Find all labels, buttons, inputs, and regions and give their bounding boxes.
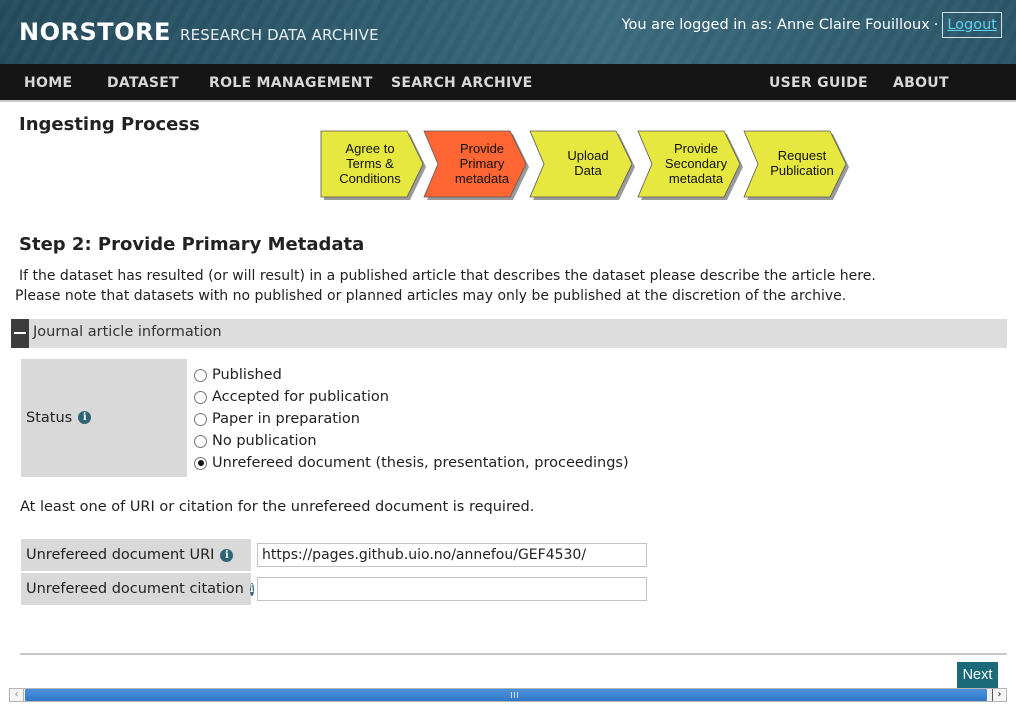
uri-citation-note: At least one of URI or citation for the … xyxy=(20,499,535,515)
step-label-line: Request xyxy=(777,148,827,163)
brand-subtitle: RESEARCH DATA ARCHIVE xyxy=(180,26,379,44)
info-icon[interactable]: i xyxy=(78,411,92,424)
ingest-step-4: Provide Secondary metadata xyxy=(637,130,745,200)
site-header: NORSTORE RESEARCH DATA ARCHIVE You are l… xyxy=(0,0,1016,64)
scroll-left-icon[interactable]: ‹ xyxy=(10,689,24,701)
status-radio[interactable] xyxy=(194,368,207,382)
step-label-line: Conditions xyxy=(339,170,401,186)
brand-name: NORSTORE xyxy=(19,18,171,46)
step-label-line: Publication xyxy=(770,163,834,178)
scrollbar-thumb[interactable] xyxy=(25,689,987,701)
login-status: You are logged in as: Anne Claire Fouill… xyxy=(622,12,1002,38)
ingest-title: Ingesting Process xyxy=(19,114,200,135)
step-label-line: metadata xyxy=(668,170,724,186)
status-option[interactable]: No publication xyxy=(194,430,629,452)
ingest-step-label: Provide Secondary metadata xyxy=(650,130,742,196)
status-option-label: No publication xyxy=(212,433,317,449)
ingest-step-5: Request Publication xyxy=(743,130,851,200)
step-label-block: Agree to Terms & Conditions xyxy=(339,141,400,186)
grip-icon xyxy=(511,692,519,698)
status-radio-group: Published Accepted for publication Paper i… xyxy=(194,364,629,474)
step-label-line: Data xyxy=(574,163,602,178)
scroll-right-icon[interactable]: › xyxy=(992,689,1006,701)
status-option[interactable]: Unrefereed document (thesis, presentatio… xyxy=(194,452,629,474)
ingest-step-label: Provide Primary metadata xyxy=(436,130,528,196)
step-label-block: Request Publication xyxy=(770,148,834,178)
ingest-step-1: Agree to Terms & Conditions xyxy=(320,130,428,200)
journal-section-title: Journal article information xyxy=(33,324,222,340)
nav-user-guide[interactable]: USER GUIDE xyxy=(769,75,868,91)
nav-about[interactable]: ABOUT xyxy=(893,75,949,91)
status-label-text: Status xyxy=(26,410,73,426)
status-option[interactable]: Accepted for publication xyxy=(194,386,629,408)
journal-section-header[interactable]: Journal article information xyxy=(11,319,1007,348)
info-icon[interactable]: i xyxy=(220,548,234,562)
status-label: Status i xyxy=(26,410,92,426)
ingest-step-3: Upload Data xyxy=(529,130,637,200)
ingest-step-label: Upload Data xyxy=(542,130,634,196)
step-label-line: Provide xyxy=(459,140,505,156)
ingest-step-label: Request Publication xyxy=(756,130,848,196)
ingest-step-label: Agree to Terms & Conditions xyxy=(324,130,416,196)
status-option-label: Accepted for publication xyxy=(212,389,389,405)
uri-label-cell: Unrefereed document URI i xyxy=(21,539,251,571)
nav-home[interactable]: HOME xyxy=(24,75,72,91)
status-radio[interactable] xyxy=(194,412,207,426)
citation-input[interactable] xyxy=(257,577,647,601)
status-option-label: Paper in preparation xyxy=(212,411,360,427)
uri-label: Unrefereed document URI xyxy=(26,547,215,563)
status-option[interactable]: Paper in preparation xyxy=(194,408,629,430)
step-label-block: Provide Primary metadata xyxy=(455,141,509,186)
ingest-steps: Agree to Terms & Conditions Provide Primary m… xyxy=(320,130,860,202)
status-option-label: Unrefereed document (thesis, presentatio… xyxy=(212,455,629,471)
info-icon[interactable]: i xyxy=(249,582,254,596)
main-nav: HOME DATASET ROLE MANAGEMENT SEARCH ARCH… xyxy=(0,64,1016,102)
nav-role-management[interactable]: ROLE MANAGEMENT xyxy=(209,75,373,91)
next-button[interactable]: Next xyxy=(957,662,998,688)
nav-search-archive[interactable]: SEARCH ARCHIVE xyxy=(391,75,533,91)
step-label-line: Upload xyxy=(567,148,609,163)
logout-link[interactable]: Logout xyxy=(942,12,1002,38)
intro-text-1: If the dataset has resulted (or will res… xyxy=(19,268,876,284)
citation-label: Unrefereed document citation xyxy=(26,581,244,597)
intro-text-2: Please note that datasets with no publis… xyxy=(15,288,847,304)
site-logo[interactable]: NORSTORE RESEARCH DATA ARCHIVE xyxy=(19,18,379,46)
status-option-label: Published xyxy=(212,367,282,383)
uri-input[interactable] xyxy=(257,543,647,567)
step-label-block: Upload Data xyxy=(567,148,608,178)
step-label-block: Provide Secondary metadata xyxy=(665,141,727,186)
step-label-line: metadata xyxy=(454,170,510,186)
citation-label-cell: Unrefereed document citation i xyxy=(21,573,254,605)
step-label-line: Terms & xyxy=(346,155,394,171)
step-label-line: Agree to xyxy=(345,140,395,156)
status-radio[interactable] xyxy=(194,456,207,470)
divider xyxy=(20,653,1007,655)
logged-in-text: You are logged in as: Anne Claire Fouill… xyxy=(621,17,930,33)
status-option[interactable]: Published xyxy=(194,364,629,386)
nav-dataset[interactable]: DATASET xyxy=(107,75,179,91)
status-radio[interactable] xyxy=(194,390,207,404)
ingest-step-2: Provide Primary metadata xyxy=(423,130,531,200)
page-title: Step 2: Provide Primary Metadata xyxy=(19,234,365,255)
step-label-line: Secondary xyxy=(664,155,728,171)
minus-icon[interactable] xyxy=(11,319,29,348)
horizontal-scrollbar[interactable]: ‹ › xyxy=(9,688,1007,702)
step-label-line: Primary xyxy=(459,155,505,171)
step-label-line: Provide xyxy=(673,140,719,156)
status-label-cell: Status i xyxy=(21,359,187,477)
login-separator: · xyxy=(933,17,939,33)
status-radio[interactable] xyxy=(194,434,207,448)
